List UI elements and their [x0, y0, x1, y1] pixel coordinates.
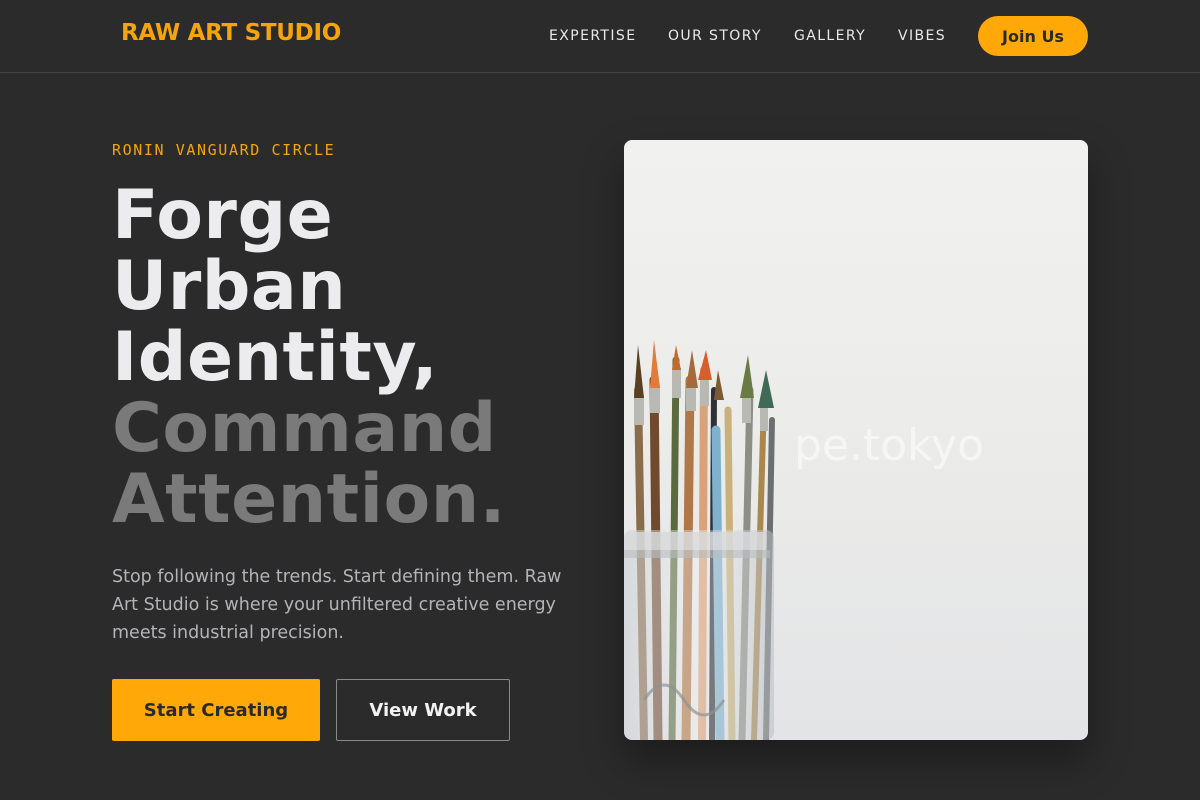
headline-line: Forge [112, 176, 334, 255]
nav-expertise[interactable]: EXPERTISE [549, 28, 636, 44]
hero-description: Stop following the trends. Start definin… [112, 567, 562, 643]
site-header: RAW ART STUDIO EXPERTISE OUR STORY GALLE… [0, 0, 1200, 73]
view-work-button[interactable]: View Work [336, 679, 510, 741]
hero-headline: Forge Urban Identity, Command Attention. [112, 180, 592, 535]
headline-line-accent: Attention. [112, 460, 506, 539]
headline-line: Identity, [112, 318, 439, 397]
hero-image: pe.tokyo [624, 140, 1088, 740]
start-creating-button[interactable]: Start Creating [112, 679, 320, 741]
headline-line: Urban [112, 247, 347, 326]
site-logo[interactable]: RAW ART STUDIO [121, 20, 341, 46]
nav-gallery[interactable]: GALLERY [794, 28, 866, 44]
image-watermark: pe.tokyo [794, 420, 984, 471]
headline-line-accent: Command [112, 389, 497, 468]
nav-vibes[interactable]: VIBES [898, 28, 946, 44]
paintbrush-jar-illustration: pe.tokyo [624, 340, 984, 740]
nav-our-story[interactable]: OUR STORY [668, 28, 762, 44]
join-us-button[interactable]: Join Us [978, 16, 1088, 56]
hero-eyebrow: RONIN VANGUARD CIRCLE [112, 141, 336, 159]
